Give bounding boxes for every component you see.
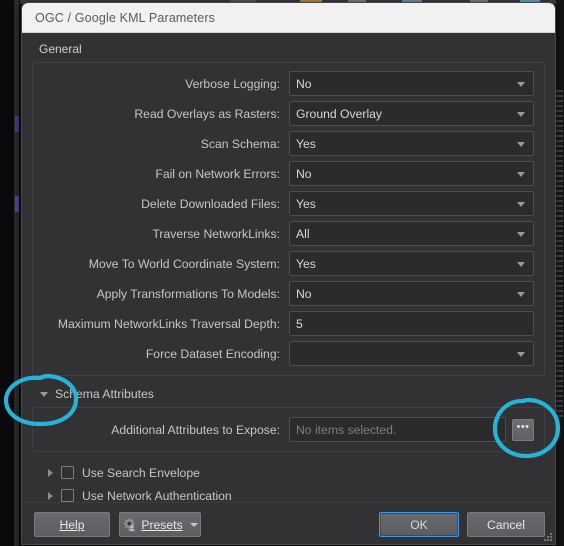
row-force-dataset-encoding: Force Dataset Encoding: [43, 341, 534, 366]
chevron-down-icon [517, 81, 525, 87]
general-group: Verbose Logging: No Read Overlays as Ras… [32, 62, 545, 376]
chevron-down-icon [517, 261, 525, 267]
value-move-to-world-coordinate-system: Yes [296, 256, 316, 271]
dialog-body: General Verbose Logging: No Read Overlay… [22, 33, 555, 544]
combo-read-overlays-as-rasters[interactable]: Ground Overlay [289, 101, 534, 126]
combo-apply-transformations-to-models[interactable]: No [289, 281, 534, 306]
schema-attributes-header[interactable]: Schema Attributes [32, 376, 545, 407]
combo-force-dataset-encoding[interactable] [289, 341, 534, 366]
label-move-to-world-coordinate-system: Move To World Coordinate System: [88, 256, 280, 271]
backdrop-right-texture [556, 90, 563, 420]
triangle-right-icon[interactable] [48, 468, 53, 477]
value-maximum-networklinks-traversal-depth: 5 [296, 316, 303, 331]
chevron-down-icon [517, 111, 525, 117]
ok-button-label: OK [410, 517, 428, 532]
value-read-overlays-as-rasters: Ground Overlay [296, 106, 383, 121]
input-maximum-networklinks-traversal-depth[interactable]: 5 [289, 311, 534, 336]
triangle-down-icon [40, 391, 48, 397]
label-apply-transformations-to-models: Apply Transformations To Models: [96, 286, 280, 301]
resize-grip-icon[interactable] [543, 532, 554, 543]
presets-button[interactable]: Presets [119, 512, 201, 537]
value-fail-on-network-errors: No [296, 166, 312, 181]
value-delete-downloaded-files: Yes [296, 196, 316, 211]
combo-verbose-logging[interactable]: No [289, 71, 534, 96]
dialog-titlebar[interactable]: OGC / Google KML Parameters [22, 3, 555, 33]
ok-button[interactable]: OK [379, 512, 459, 537]
chevron-down-icon [517, 141, 525, 147]
row-fail-on-network-errors: Fail on Network Errors: No [43, 161, 534, 186]
schema-attributes-label: Schema Attributes [55, 387, 154, 401]
cancel-button-label: Cancel [487, 517, 525, 532]
dialog-button-bar: Help Presets OK Cancel [22, 502, 555, 544]
label-traverse-networklinks: Traverse NetworkLinks: [152, 226, 280, 241]
backdrop-accent-mark [15, 196, 19, 212]
combo-delete-downloaded-files[interactable]: Yes [289, 191, 534, 216]
gear-user-icon [124, 518, 136, 532]
presets-button-label: Presets [141, 517, 183, 532]
label-read-overlays-as-rasters: Read Overlays as Rasters: [134, 106, 280, 121]
triangle-right-icon[interactable] [48, 491, 53, 500]
help-button-label: Help [59, 517, 85, 532]
value-verbose-logging: No [296, 76, 312, 91]
label-force-dataset-encoding: Force Dataset Encoding: [145, 346, 280, 361]
checkbox-use-search-envelope[interactable] [61, 466, 74, 479]
schema-attributes-group: Additional Attributes to Expose: No item… [32, 407, 545, 452]
combo-fail-on-network-errors[interactable]: No [289, 161, 534, 186]
row-maximum-networklinks-traversal-depth: Maximum NetworkLinks Traversal Depth: 5 [43, 311, 534, 336]
help-button[interactable]: Help [34, 512, 110, 537]
combo-traverse-networklinks[interactable]: All [289, 221, 534, 246]
chevron-down-icon [517, 201, 525, 207]
label-scan-schema: Scan Schema: [200, 136, 280, 151]
combo-move-to-world-coordinate-system[interactable]: Yes [289, 251, 534, 276]
label-fail-on-network-errors: Fail on Network Errors: [155, 166, 280, 181]
backdrop-accent-mark [15, 116, 19, 132]
label-verbose-logging: Verbose Logging: [185, 76, 280, 91]
label-delete-downloaded-files: Delete Downloaded Files: [141, 196, 280, 211]
row-scan-schema: Scan Schema: Yes [43, 131, 534, 156]
ellipsis-icon: ••• [516, 420, 530, 433]
row-additional-attributes-to-expose: Additional Attributes to Expose: No item… [43, 417, 534, 442]
label-use-network-authentication: Use Network Authentication [82, 488, 232, 503]
chevron-down-icon [517, 351, 525, 357]
row-move-to-world-coordinate-system: Move To World Coordinate System: Yes [43, 251, 534, 276]
section-title-general: General [39, 42, 82, 56]
parameters-dialog: OGC / Google KML Parameters General Verb… [21, 2, 556, 545]
row-apply-transformations-to-models: Apply Transformations To Models: No [43, 281, 534, 306]
backdrop-app-edge [14, 0, 19, 546]
label-maximum-networklinks-traversal-depth: Maximum NetworkLinks Traversal Depth: [57, 316, 280, 331]
row-delete-downloaded-files: Delete Downloaded Files: Yes [43, 191, 534, 216]
label-additional-attributes-to-expose: Additional Attributes to Expose: [111, 422, 280, 437]
checkbox-use-network-authentication[interactable] [61, 489, 74, 502]
placeholder-additional-attributes-to-expose: No items selected. [296, 422, 397, 437]
chevron-down-icon [517, 231, 525, 237]
chevron-down-icon [517, 291, 525, 297]
browse-attributes-button[interactable]: ••• [512, 418, 534, 441]
row-use-search-envelope[interactable]: Use Search Envelope [32, 461, 545, 484]
value-scan-schema: Yes [296, 136, 316, 151]
cancel-button[interactable]: Cancel [467, 512, 545, 537]
label-use-search-envelope: Use Search Envelope [82, 465, 200, 480]
input-additional-attributes-to-expose[interactable]: No items selected. [289, 417, 506, 442]
chevron-down-icon [189, 522, 198, 527]
dialog-title: OGC / Google KML Parameters [35, 10, 216, 25]
combo-scan-schema[interactable]: Yes [289, 131, 534, 156]
row-verbose-logging: Verbose Logging: No [43, 71, 534, 96]
row-traverse-networklinks: Traverse NetworkLinks: All [43, 221, 534, 246]
value-apply-transformations-to-models: No [296, 286, 312, 301]
row-read-overlays-as-rasters: Read Overlays as Rasters: Ground Overlay [43, 101, 534, 126]
value-traverse-networklinks: All [296, 226, 310, 241]
chevron-down-icon [517, 171, 525, 177]
